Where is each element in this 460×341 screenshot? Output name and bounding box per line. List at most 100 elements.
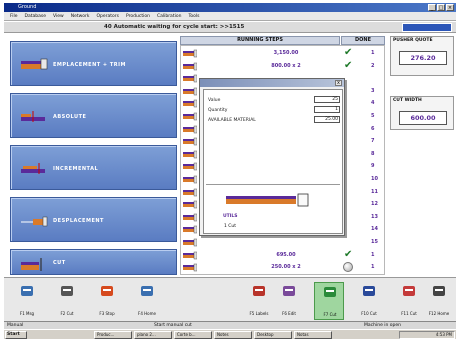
fkey-button[interactable]: F1 Msg bbox=[12, 282, 42, 320]
title-bar: Ground _ □ × bbox=[4, 3, 456, 12]
fkey-button[interactable]: F7 Cut bbox=[314, 282, 344, 320]
step-count: 9 bbox=[371, 163, 375, 170]
menu-production[interactable]: Production bbox=[126, 14, 150, 19]
value-label: Value bbox=[208, 98, 221, 103]
step-row[interactable]: 695.00 ✔ 1 bbox=[181, 248, 386, 262]
fkey-button[interactable]: F2 Cut bbox=[52, 282, 82, 320]
fkey-button[interactable]: F6 Edit bbox=[274, 282, 304, 320]
available-material-label: AVAILABLE MATERIAL bbox=[208, 118, 256, 123]
taskbar-button[interactable]: Desktop bbox=[254, 331, 292, 339]
menu-operators[interactable]: Operators bbox=[97, 14, 120, 19]
step-type-icon bbox=[183, 150, 197, 158]
menu-tools[interactable]: Tools bbox=[188, 14, 199, 19]
status-line: 40 Automatic waiting for cycle start: >>… bbox=[4, 22, 456, 33]
step-row[interactable]: 800.00 x 2 ✔ 2 bbox=[181, 59, 386, 73]
menu-view[interactable]: View bbox=[53, 14, 64, 19]
step-count: 5 bbox=[371, 113, 375, 119]
step-type-icon bbox=[183, 213, 197, 221]
mode-label: DESPLACEMENT bbox=[53, 218, 104, 224]
fkey-label: F5 Labels bbox=[249, 311, 269, 316]
menu-calibration[interactable]: Calibration bbox=[157, 14, 181, 19]
step-count: 8 bbox=[371, 150, 375, 157]
home-axis-icon bbox=[141, 286, 153, 296]
window-title: Ground bbox=[18, 4, 37, 10]
mode-label: INCREMENTAL bbox=[53, 166, 99, 172]
step-type-icon bbox=[183, 188, 197, 196]
taskbar-button[interactable]: plano 2... bbox=[134, 331, 172, 339]
mode-button-cut[interactable]: CUT bbox=[10, 249, 177, 275]
step-count: 7 bbox=[371, 138, 375, 145]
taskbar-button[interactable]: Notes bbox=[214, 331, 252, 339]
cut-icon bbox=[21, 258, 42, 271]
fkey-button[interactable]: F10 Cut bbox=[354, 282, 384, 320]
mode-button-emplacement-trim[interactable]: EMPLACEMENT + TRIM bbox=[10, 41, 177, 86]
mode-button-desplacement[interactable]: DESPLACEMENT bbox=[10, 197, 177, 242]
step-count: 14 bbox=[371, 226, 378, 233]
step-type-icon bbox=[183, 87, 197, 95]
step-type-icon bbox=[183, 163, 197, 171]
status-machine: Machine in open bbox=[364, 323, 402, 328]
done-check-icon: ✔ bbox=[344, 59, 353, 71]
maximize-button[interactable]: □ bbox=[437, 4, 445, 11]
close-button[interactable]: × bbox=[446, 4, 454, 11]
start-button[interactable]: Start bbox=[5, 331, 27, 339]
mode-label: EMPLACEMENT + TRIM bbox=[53, 62, 126, 68]
fkey-label: F4 Home bbox=[138, 311, 156, 316]
step-type-icon bbox=[183, 100, 197, 108]
taskbar-button[interactable]: Produc... bbox=[94, 331, 132, 339]
step-count: 15 bbox=[371, 239, 378, 245]
running-steps-header: RUNNING STEPS bbox=[180, 36, 340, 45]
fkey-label: F10 Cut bbox=[361, 311, 377, 316]
step-row[interactable]: 15 bbox=[181, 237, 386, 249]
step-type-icon bbox=[183, 62, 197, 70]
fkey-button[interactable]: F4 Home bbox=[132, 282, 162, 320]
mode-button-absolute[interactable]: ABSOLUTE bbox=[10, 93, 177, 138]
step-type-icon bbox=[183, 112, 197, 121]
taskbar-button[interactable]: Notas bbox=[294, 331, 332, 339]
absolute-position-icon bbox=[21, 111, 45, 122]
done-check-icon: ✔ bbox=[344, 248, 353, 260]
step-count: 10 bbox=[371, 176, 378, 182]
cut-dialog: x Value 25 Quantity 1 AVAILABLE MATERIAL… bbox=[199, 78, 345, 236]
step-row[interactable]: 250.00 x 2 1 bbox=[181, 262, 386, 274]
pending-circle-icon bbox=[343, 262, 353, 273]
step-value: 695.00 bbox=[276, 251, 296, 258]
minimize-button[interactable]: _ bbox=[428, 4, 436, 11]
fkey-label: F6 Edit bbox=[282, 311, 296, 316]
fkey-label: F7 Cut bbox=[323, 312, 337, 317]
step-type-icon bbox=[183, 175, 197, 184]
step-value: 250.00 x 2 bbox=[271, 264, 301, 271]
cut-width-value[interactable]: 600.00 bbox=[399, 111, 447, 125]
status-bar: Manual Start manual cut Machine in open bbox=[4, 321, 456, 329]
labels-icon bbox=[253, 286, 265, 296]
taskbar-button[interactable]: Corte b... bbox=[174, 331, 212, 339]
help-button[interactable] bbox=[402, 23, 452, 32]
cut-icon bbox=[324, 287, 336, 297]
system-tray-clock: 4:53 PM bbox=[399, 331, 455, 339]
step-count: 12 bbox=[371, 201, 378, 208]
menu-database[interactable]: Database bbox=[25, 14, 46, 19]
dialog-close-button[interactable]: x bbox=[335, 80, 342, 86]
step-type-icon bbox=[183, 226, 197, 234]
step-count: 6 bbox=[371, 125, 375, 132]
mode-button-incremental[interactable]: INCREMENTAL bbox=[10, 145, 177, 190]
menu-network[interactable]: Network bbox=[71, 14, 90, 19]
fkey-label: F12 Home bbox=[428, 311, 450, 316]
quantity-field[interactable]: 1 bbox=[314, 106, 340, 113]
step-type-icon bbox=[183, 263, 197, 272]
mode-label: CUT bbox=[53, 260, 66, 266]
fkey-button[interactable]: F3 Stop bbox=[92, 282, 122, 320]
value-field[interactable]: 25 bbox=[314, 96, 340, 103]
step-row[interactable]: 3,150.00 ✔ 1 bbox=[181, 47, 386, 60]
step-count: 2 bbox=[371, 62, 375, 69]
fkey-button[interactable]: F12 Home bbox=[424, 282, 454, 320]
menu-file[interactable]: File bbox=[10, 14, 18, 19]
step-count: 1 bbox=[371, 50, 375, 56]
fkey-button[interactable]: F5 Labels bbox=[244, 282, 274, 320]
dialog-title-bar bbox=[200, 79, 344, 87]
cut-width-box: CUT WIDTH 600.00 bbox=[390, 96, 454, 130]
wrench-icon bbox=[21, 286, 33, 296]
dialog-label-utils: UTILS bbox=[223, 214, 238, 219]
fkey-button[interactable]: F11 Cut bbox=[394, 282, 424, 320]
pusher-quote-box: PUSHER QUOTE 276.20 bbox=[390, 36, 454, 76]
